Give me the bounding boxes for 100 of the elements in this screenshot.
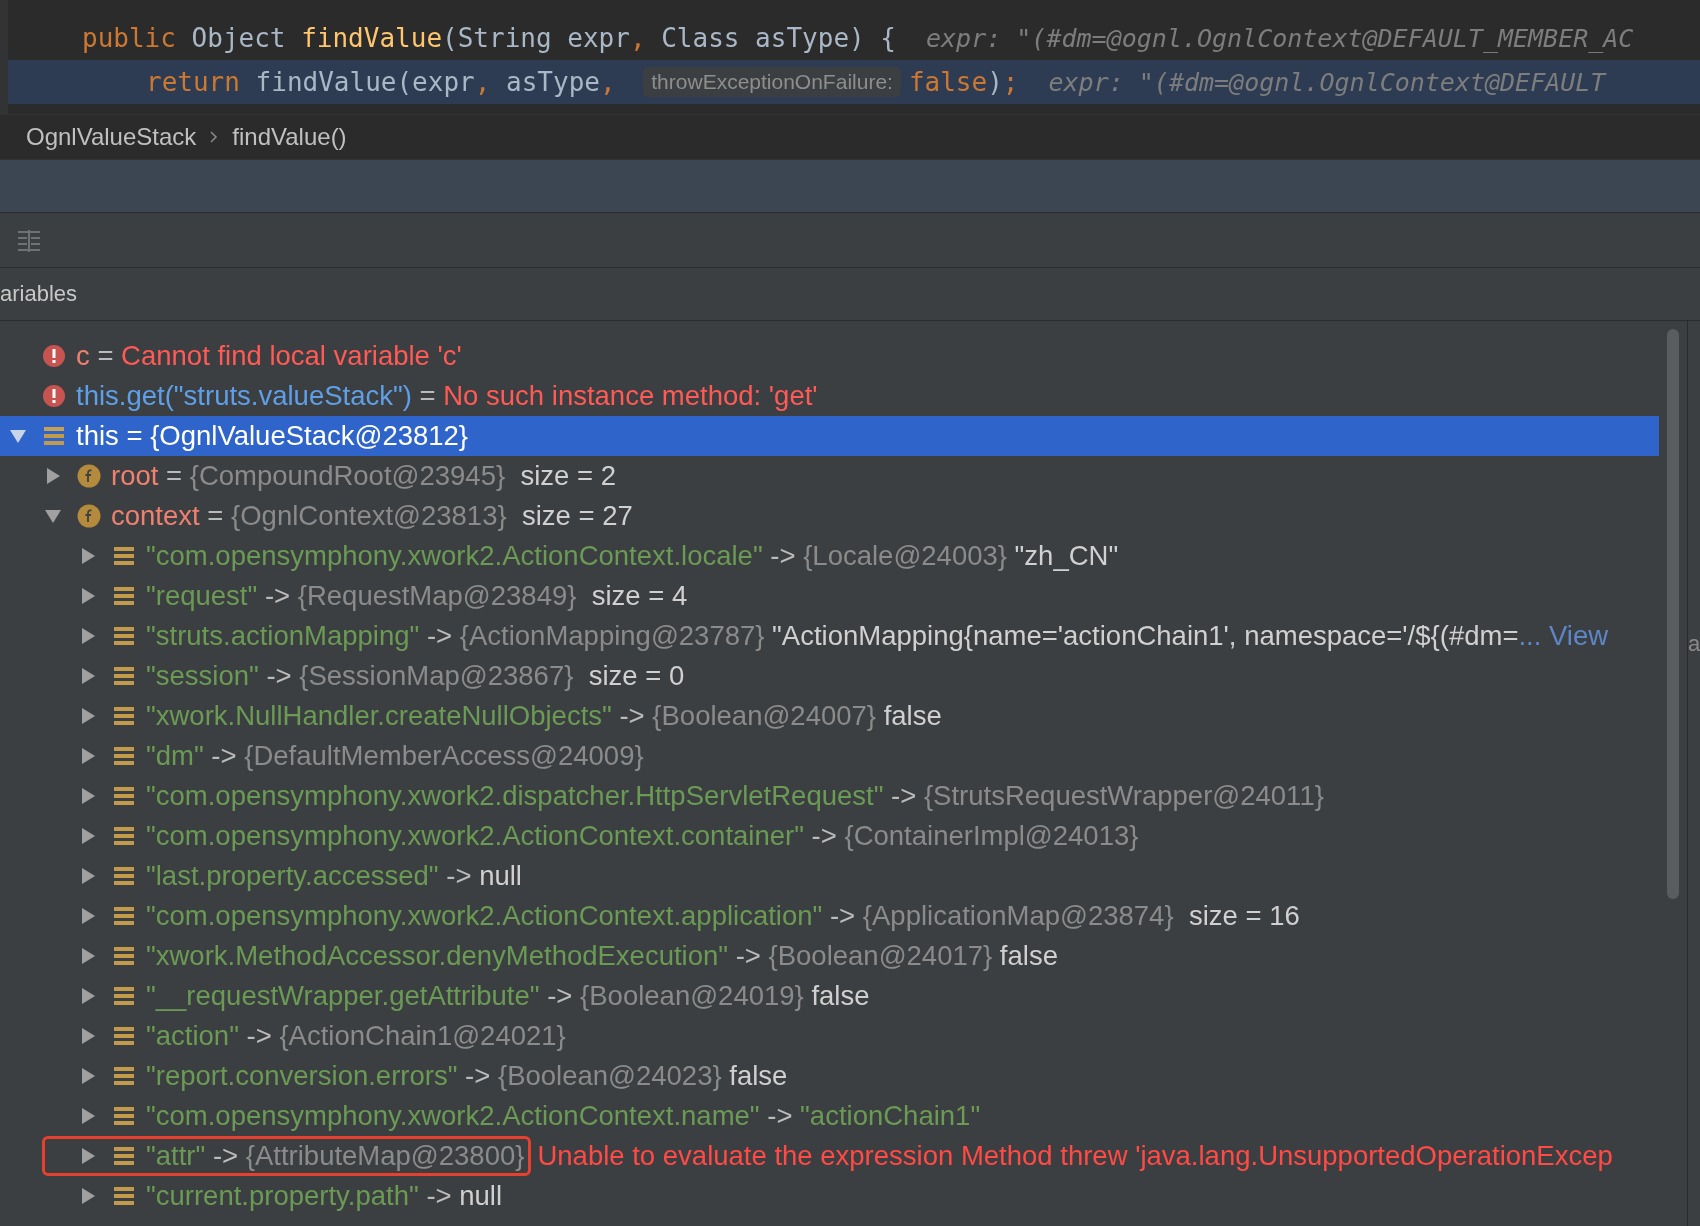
row-text: size = 4 bbox=[590, 580, 688, 612]
row-text: -> bbox=[618, 700, 646, 732]
row-text: size = 27 bbox=[520, 500, 633, 532]
row-text: "actionChain1" bbox=[800, 1100, 981, 1132]
code-token: return bbox=[146, 67, 241, 97]
row-text: -> bbox=[425, 620, 454, 652]
row-text: -> bbox=[263, 580, 292, 612]
row-text: {StrutsRequestWrapper@24011} bbox=[923, 780, 1324, 812]
scrollbar[interactable] bbox=[1667, 329, 1679, 899]
tree-row[interactable]: "com.opensymphony.xwork2.ActionContext.locale" -> {Locale@24003} "zh_CN" bbox=[0, 536, 1659, 576]
list-icon bbox=[42, 424, 66, 448]
list-icon bbox=[112, 704, 136, 728]
row-text: "__requestWrapper.getAttribute" bbox=[146, 980, 540, 1012]
row-text: false bbox=[810, 980, 870, 1012]
code-token: , bbox=[474, 67, 492, 97]
tree-row[interactable]: "last.property.accessed" -> null bbox=[0, 856, 1659, 896]
tree-row[interactable]: "com.opensymphony.xwork2.ActionContext.name" -> "actionChain1" bbox=[0, 1096, 1659, 1136]
tree-row[interactable]: "action" -> {ActionChain1@24021} bbox=[0, 1016, 1659, 1056]
row-text: size = 16 bbox=[1187, 900, 1300, 932]
tree-row[interactable]: "struts.actionMapping" -> {ActionMapping@23787} "ActionMapping{name='actionChain1', namespace='/${(#dm=... View bbox=[0, 616, 1659, 656]
side-text: a bbox=[1688, 630, 1700, 657]
row-text: false bbox=[728, 1060, 788, 1092]
row-text: this.get("struts.valueStack") bbox=[76, 380, 412, 412]
list-icon bbox=[112, 1104, 136, 1128]
row-text: = bbox=[96, 340, 115, 372]
list-icon bbox=[112, 544, 136, 568]
tree-row[interactable]: c = Cannot find local variable 'c' bbox=[0, 336, 1659, 376]
tree-row[interactable]: "xwork.NullHandler.createNullObjects" -> {Boolean@24007} false bbox=[0, 696, 1659, 736]
code-token: (String expr bbox=[442, 23, 630, 53]
row-text: {Boolean@24023} bbox=[497, 1060, 722, 1092]
row-text: "current.property.path" bbox=[146, 1180, 419, 1212]
row-text: -> bbox=[828, 900, 857, 932]
row-text: {SessionMap@23867} bbox=[299, 660, 574, 692]
tree-row[interactable]: "xwork.MethodAccessor.denyMethodExecution" -> {Boolean@24017} false bbox=[0, 936, 1659, 976]
row-text: "zh_CN" bbox=[1013, 540, 1119, 572]
row-text: size = 2 bbox=[519, 460, 616, 492]
list-icon bbox=[112, 824, 136, 848]
row-text: size = 0 bbox=[587, 660, 685, 692]
breadcrumb-item[interactable]: OgnlValueStack bbox=[26, 123, 197, 151]
row-text: "last.property.accessed" bbox=[146, 860, 439, 892]
field-icon bbox=[77, 504, 101, 528]
row-text: {OgnlContext@23813} bbox=[231, 500, 507, 532]
list-icon bbox=[112, 864, 136, 888]
code-token: ) bbox=[987, 67, 1003, 97]
code-token: false bbox=[908, 67, 988, 97]
row-text: -> bbox=[425, 1180, 453, 1212]
tree-row[interactable]: "attr" -> {AttributeMap@23800} Unable to evaluate the expression Method threw 'java.lang.UnsupportedOperationExcep bbox=[0, 1136, 1659, 1176]
row-text: -> bbox=[546, 980, 574, 1012]
list-icon bbox=[112, 624, 136, 648]
tree-row[interactable]: "com.opensymphony.xwork2.dispatcher.HttpServletRequest" -> {StrutsRequestWrapper@24011} bbox=[0, 776, 1659, 816]
code-token: ; bbox=[1002, 67, 1019, 97]
list-icon bbox=[112, 584, 136, 608]
row-text: "ActionMapping{name='actionChain1', namespace='/${(#dm= bbox=[771, 620, 1519, 652]
row-text: context bbox=[111, 500, 200, 532]
row-text: "request" bbox=[146, 580, 258, 612]
row-text: -> bbox=[890, 780, 918, 812]
row-text: -> bbox=[464, 1060, 492, 1092]
code-token: Object bbox=[191, 23, 287, 53]
tree-row[interactable]: "session" -> {SessionMap@23867} size = 0 bbox=[0, 656, 1659, 696]
row-text: -> bbox=[734, 940, 762, 972]
tree-row[interactable]: "report.conversion.errors" -> {Boolean@24023} false bbox=[0, 1056, 1659, 1096]
code-token: public bbox=[82, 23, 177, 53]
row-text: false bbox=[998, 940, 1058, 972]
field-icon bbox=[77, 464, 101, 488]
tree-row[interactable]: "request" -> {RequestMap@23849} size = 4 bbox=[0, 576, 1659, 616]
row-text: {Boolean@24017} bbox=[768, 940, 993, 972]
row-text: "report.conversion.errors" bbox=[146, 1060, 458, 1092]
row-text: "session" bbox=[146, 660, 259, 692]
tree-row[interactable]: this.get("struts.valueStack") = No such instance method: 'get' bbox=[0, 376, 1659, 416]
row-text: {Locale@24003} bbox=[803, 540, 1007, 572]
row-text: this = {OgnlValueStack@23812} bbox=[76, 420, 469, 452]
row-text: "com.opensymphony.xwork2.ActionContext.container" bbox=[146, 820, 804, 852]
row-text: -> bbox=[265, 660, 293, 692]
tree-row[interactable]: this = {OgnlValueStack@23812} bbox=[0, 416, 1659, 456]
row-text: {ActionChain1@24021} bbox=[279, 1020, 566, 1052]
tree-row[interactable]: root = {CompoundRoot@23945} size = 2 bbox=[0, 456, 1659, 496]
breadcrumb-item[interactable]: findValue() bbox=[232, 123, 347, 151]
row-text: -> bbox=[210, 740, 238, 772]
code-token: findValue(expr bbox=[255, 67, 475, 97]
row-text: No such instance method: 'get' bbox=[443, 380, 818, 412]
tree-row[interactable]: "com.opensymphony.xwork2.ActionContext.application" -> {ApplicationMap@23874} size = 16 bbox=[0, 896, 1659, 936]
row-text: null bbox=[459, 1180, 503, 1212]
layout-icon[interactable] bbox=[16, 228, 42, 252]
tree-row[interactable]: "current.property.path" -> null bbox=[0, 1176, 1659, 1216]
tree-row[interactable]: "__requestWrapper.getAttribute" -> {Boolean@24019} false bbox=[0, 976, 1659, 1016]
inline-value: expr: "(#dm=@ognl.OgnlContext@DEFAULT_MEMBER_AC bbox=[926, 23, 1634, 53]
row-text: c bbox=[76, 340, 90, 372]
code-token: , bbox=[599, 67, 617, 97]
panel-title: ariables bbox=[0, 281, 78, 307]
list-icon bbox=[112, 1184, 136, 1208]
row-text: -> bbox=[810, 820, 838, 852]
error-icon bbox=[42, 384, 66, 408]
error-message: Unable to evaluate the expression Method threw 'java.lang.UnsupportedOperationExcep bbox=[537, 1140, 1613, 1172]
code-token: , bbox=[629, 23, 647, 53]
list-icon bbox=[112, 1064, 136, 1088]
row-text: -> bbox=[211, 1140, 240, 1172]
tree-row[interactable]: context = {OgnlContext@23813} size = 27 bbox=[0, 496, 1659, 536]
row-text: {DefaultMemberAccess@24009} bbox=[244, 740, 644, 772]
tree-row[interactable]: "com.opensymphony.xwork2.ActionContext.container" -> {ContainerImpl@24013} bbox=[0, 816, 1659, 856]
tree-row[interactable]: "dm" -> {DefaultMemberAccess@24009} bbox=[0, 736, 1659, 776]
